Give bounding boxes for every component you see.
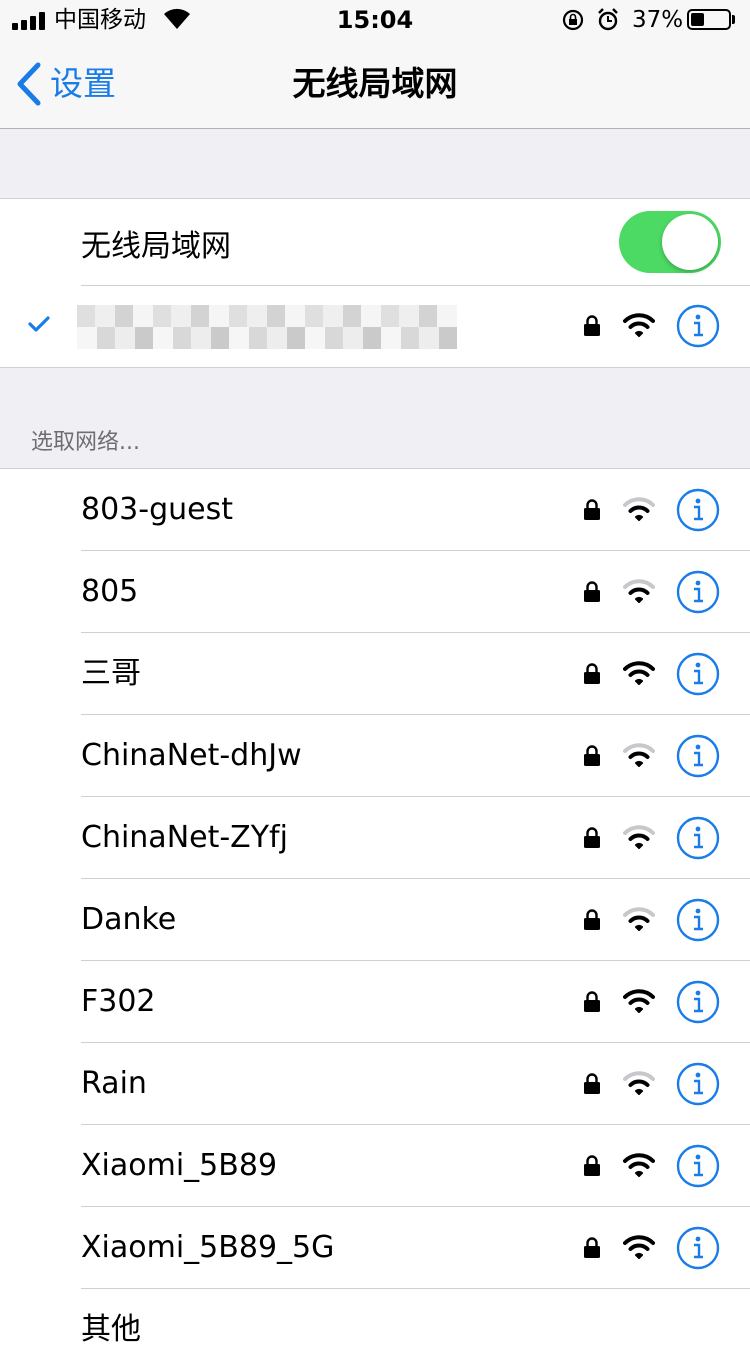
network-name: 803-guest: [81, 492, 233, 527]
info-icon[interactable]: [676, 1062, 720, 1106]
wifi-signal-full-icon: [623, 1153, 655, 1177]
page-title: 无线局域网: [292, 64, 458, 103]
network-list: 803-guest 805 三哥 ChinaNet-dhJw ChinaNet-ZYfj…: [0, 468, 750, 1371]
info-icon[interactable]: [676, 304, 720, 348]
network-name: 三哥: [81, 656, 141, 691]
battery-percent: 37%: [632, 7, 684, 33]
wifi-signal-medium-icon: [623, 1071, 655, 1095]
lock-icon: [584, 1073, 600, 1094]
connected-network-name-redacted: [77, 305, 457, 349]
network-row[interactable]: F302: [0, 961, 750, 1043]
network-row[interactable]: 805: [0, 551, 750, 633]
wifi-signal-medium-icon: [623, 825, 655, 849]
info-icon[interactable]: [676, 1144, 720, 1188]
network-name: Rain: [81, 1066, 147, 1101]
lock-icon: [584, 827, 600, 848]
lock-icon: [584, 1155, 600, 1176]
network-row[interactable]: ChinaNet-dhJw: [0, 715, 750, 797]
info-icon[interactable]: [676, 570, 720, 614]
lock-icon: [584, 663, 600, 684]
network-row[interactable]: 803-guest: [0, 469, 750, 551]
network-name: Xiaomi_5B89: [81, 1148, 278, 1183]
wifi-toggle-cell: 无线局域网: [0, 198, 750, 285]
cell-separator: [81, 285, 750, 286]
network-row[interactable]: Xiaomi_5B89: [0, 1125, 750, 1207]
lock-icon: [584, 315, 600, 336]
lock-icon: [584, 745, 600, 766]
wifi-signal-full-icon: [623, 313, 655, 337]
info-icon[interactable]: [676, 652, 720, 696]
wifi-signal-full-icon: [623, 661, 655, 685]
network-row[interactable]: Danke: [0, 879, 750, 961]
wifi-signal-medium-icon: [623, 579, 655, 603]
section-header: 选取网络...: [31, 430, 140, 455]
network-name: Xiaomi_5B89_5G: [81, 1230, 335, 1265]
wifi-toggle-switch[interactable]: [619, 211, 721, 273]
network-name: Danke: [81, 902, 177, 937]
info-icon[interactable]: [676, 898, 720, 942]
other-network-label: 其他: [81, 1312, 141, 1347]
battery-tip: [732, 15, 735, 24]
network-row[interactable]: Rain: [0, 1043, 750, 1125]
network-name: 805: [81, 574, 139, 609]
wifi-signal-medium-icon: [623, 497, 655, 521]
other-network-row[interactable]: 其他: [0, 1289, 750, 1371]
battery-level: [691, 13, 704, 26]
wifi-signal-medium-icon: [623, 907, 655, 931]
info-icon[interactable]: [676, 816, 720, 860]
toggle-knob: [662, 214, 718, 270]
rotation-lock-icon: [562, 9, 584, 31]
navigation-bar: 设置 无线局域网: [0, 40, 750, 129]
lock-icon: [584, 499, 600, 520]
network-row[interactable]: Xiaomi_5B89_5G: [0, 1207, 750, 1289]
wifi-toggle-label: 无线局域网: [81, 229, 231, 264]
checkmark-icon: [28, 316, 50, 332]
wifi-signal-full-icon: [623, 1235, 655, 1259]
connected-network-cell[interactable]: [0, 285, 750, 368]
network-name: F302: [81, 984, 156, 1019]
info-icon[interactable]: [676, 980, 720, 1024]
network-name: ChinaNet-dhJw: [81, 738, 302, 773]
lock-icon: [584, 581, 600, 602]
network-row[interactable]: ChinaNet-ZYfj: [0, 797, 750, 879]
wifi-signal-medium-icon: [623, 743, 655, 767]
battery-icon: [687, 9, 731, 30]
lock-icon: [584, 1237, 600, 1258]
network-row[interactable]: 三哥: [0, 633, 750, 715]
network-name: ChinaNet-ZYfj: [81, 820, 288, 855]
info-icon[interactable]: [676, 1226, 720, 1270]
info-icon[interactable]: [676, 488, 720, 532]
lock-icon: [584, 909, 600, 930]
alarm-icon: [598, 8, 618, 31]
lock-icon: [584, 991, 600, 1012]
status-bar: 中国移动 15:04 37%: [0, 0, 750, 40]
info-icon[interactable]: [676, 734, 720, 778]
wifi-signal-full-icon: [623, 989, 655, 1013]
